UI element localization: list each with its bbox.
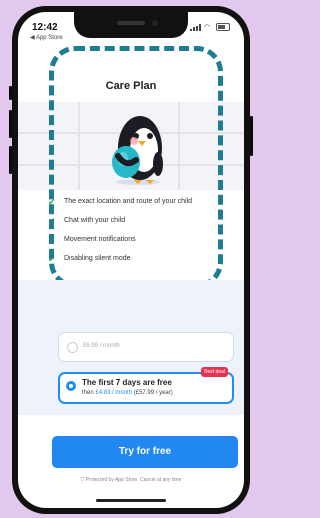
footer-note: ⛉ Protected by App Store. Cancel at any … <box>80 477 182 483</box>
trial-detail: then £4.83 / month (£57.99 / year) <box>82 390 173 396</box>
back-to-app-store-link[interactable]: ◀ App Store <box>30 34 63 41</box>
status-time: 12:42 <box>32 22 58 33</box>
power-button <box>250 116 253 156</box>
signal-icon <box>190 23 201 31</box>
volume-up-button <box>9 110 12 138</box>
plan-option-trial[interactable]: The first 7 days are free then £4.83 / m… <box>58 367 234 404</box>
trial-title: The first 7 days are free <box>82 378 172 387</box>
mute-switch <box>9 86 12 100</box>
wifi-icon: ◠ <box>204 23 211 31</box>
notch <box>74 12 188 38</box>
plan-option-monthly[interactable]: £6.99 / month <box>58 332 234 362</box>
speaker-grill <box>117 21 145 25</box>
best-deal-badge: Best deal <box>201 367 228 377</box>
camera-dot <box>152 20 158 26</box>
trial-monthly-price: £4.83 / month <box>95 390 133 396</box>
radio-unselected-icon[interactable] <box>67 342 78 353</box>
screen: 12:42 ◀ App Store ◠ Care Plan ✔ The exac… <box>18 12 244 508</box>
battery-icon <box>216 23 230 31</box>
monthly-price: £6.99 / month <box>83 343 120 349</box>
status-icons: ◠ <box>190 23 230 31</box>
highlight-dashed-outline <box>49 46 223 288</box>
volume-down-button <box>9 146 12 174</box>
phone-frame: 12:42 ◀ App Store ◠ Care Plan ✔ The exac… <box>9 6 253 514</box>
radio-selected-icon[interactable] <box>66 381 76 391</box>
try-for-free-button[interactable]: Try for free <box>52 436 238 468</box>
home-indicator[interactable] <box>96 499 166 502</box>
